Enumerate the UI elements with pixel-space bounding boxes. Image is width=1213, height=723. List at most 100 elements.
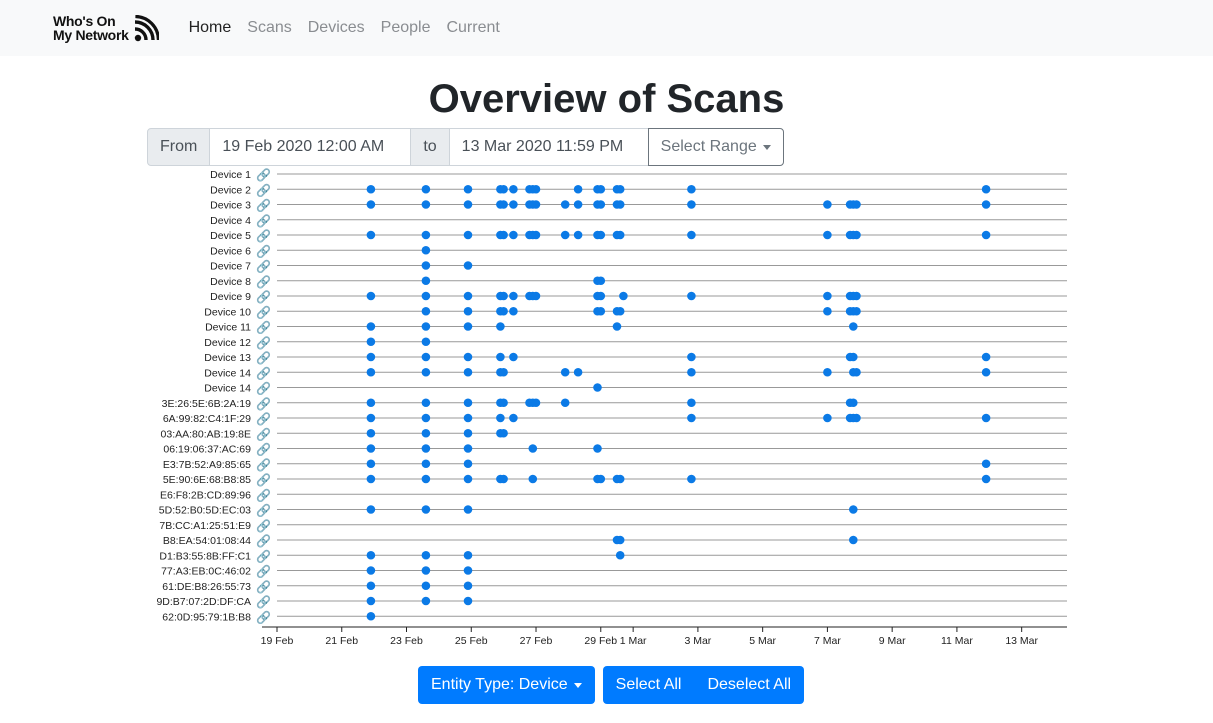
scan-dot xyxy=(421,566,431,575)
deselect-all-button[interactable]: Deselect All xyxy=(694,666,805,704)
link-icon[interactable]: 🔗 xyxy=(256,365,271,380)
scan-dot xyxy=(421,230,431,240)
row-label: B8:EA:54:01:08:44 xyxy=(163,535,251,547)
scan-dot xyxy=(596,306,606,316)
link-icon[interactable]: 🔗 xyxy=(256,594,271,609)
row-label: 62:0D:95:79:1B:B8 xyxy=(162,611,251,623)
scan-dot xyxy=(499,428,508,438)
scan-dot xyxy=(573,184,583,194)
scan-dot xyxy=(463,566,473,575)
row-label: D1:B3:55:8B:FF:C1 xyxy=(159,550,251,562)
brand-logo[interactable]: Who's On My Network xyxy=(53,13,159,43)
scan-dot xyxy=(463,581,473,591)
scan-dot xyxy=(421,444,431,453)
link-icon[interactable]: 🔗 xyxy=(256,442,271,457)
scan-dot xyxy=(499,306,508,316)
x-tick-label: 23 Feb xyxy=(390,635,423,647)
scan-dot xyxy=(421,505,431,514)
link-icon[interactable]: 🔗 xyxy=(256,487,271,502)
scan-dot xyxy=(366,291,376,301)
select-range-dropdown[interactable]: Select Range xyxy=(647,128,784,166)
x-tick-label: 1 Mar xyxy=(620,635,647,647)
row-label: Device 3 xyxy=(210,200,251,212)
scan-dot xyxy=(531,200,541,209)
nav-home[interactable]: Home xyxy=(189,19,232,37)
scan-dot xyxy=(366,184,376,194)
scan-dot xyxy=(687,352,696,362)
scan-dot xyxy=(421,291,431,301)
link-icon[interactable]: 🔗 xyxy=(256,289,271,304)
scan-dot xyxy=(463,459,473,469)
from-date-input[interactable]: 19 Feb 2020 12:00 AM xyxy=(210,128,411,166)
link-icon[interactable]: 🔗 xyxy=(256,457,271,472)
nav-people[interactable]: People xyxy=(381,19,431,37)
select-all-button[interactable]: Select All xyxy=(602,666,695,704)
link-icon[interactable]: 🔗 xyxy=(256,579,271,594)
entity-type-dropdown[interactable]: Entity Type: Device xyxy=(418,666,595,704)
link-icon[interactable]: 🔗 xyxy=(256,182,271,197)
select-range-label: Select Range xyxy=(660,138,757,155)
scan-dot xyxy=(615,184,625,194)
link-icon[interactable]: 🔗 xyxy=(256,213,271,228)
chart-controls: Entity Type: Device Select All Deselect … xyxy=(418,666,805,704)
scan-dot xyxy=(499,230,508,240)
date-range-group: From 19 Feb 2020 12:00 AM to 13 Mar 2020… xyxy=(147,128,784,166)
to-date-input[interactable]: 13 Mar 2020 11:59 PM xyxy=(449,128,648,166)
scan-dot xyxy=(509,184,518,194)
scan-dot xyxy=(531,398,541,408)
scan-dot xyxy=(509,291,518,301)
nav-scans[interactable]: Scans xyxy=(247,19,291,37)
link-icon[interactable]: 🔗 xyxy=(256,243,271,258)
link-icon[interactable]: 🔗 xyxy=(256,198,271,213)
link-icon[interactable]: 🔗 xyxy=(256,396,271,411)
scan-dot xyxy=(366,581,376,591)
row-label: E3:7B:52:A9:85:65 xyxy=(163,459,251,471)
link-icon[interactable]: 🔗 xyxy=(256,564,271,579)
scan-dot xyxy=(615,200,625,209)
link-icon[interactable]: 🔗 xyxy=(256,320,271,335)
link-icon[interactable]: 🔗 xyxy=(256,335,271,350)
scan-dot xyxy=(421,596,431,606)
link-icon[interactable]: 🔗 xyxy=(256,304,271,319)
link-icon[interactable]: 🔗 xyxy=(256,548,271,563)
x-tick-label: 7 Mar xyxy=(814,635,841,647)
to-label: to xyxy=(410,128,450,166)
row-label: 06:19:06:37:AC:69 xyxy=(163,444,251,456)
scan-dot xyxy=(366,444,376,453)
nav-devices[interactable]: Devices xyxy=(308,19,365,37)
scan-dot xyxy=(596,200,606,209)
x-tick-label: 19 Feb xyxy=(261,635,294,647)
scan-dot xyxy=(596,291,606,301)
link-icon[interactable]: 🔗 xyxy=(256,228,271,243)
link-icon[interactable]: 🔗 xyxy=(256,609,271,624)
scan-dot xyxy=(687,474,696,484)
link-icon[interactable]: 🔗 xyxy=(256,503,271,518)
link-icon[interactable]: 🔗 xyxy=(256,518,271,533)
link-icon[interactable]: 🔗 xyxy=(256,381,271,396)
link-icon[interactable]: 🔗 xyxy=(256,274,271,289)
link-icon[interactable]: 🔗 xyxy=(256,533,271,548)
link-icon[interactable]: 🔗 xyxy=(256,350,271,365)
scan-dot xyxy=(528,444,538,453)
link-icon[interactable]: 🔗 xyxy=(256,259,271,274)
scan-dot xyxy=(509,413,518,423)
link-icon[interactable]: 🔗 xyxy=(256,411,271,426)
scan-dot xyxy=(687,367,696,377)
entity-type-label: Entity Type: Device xyxy=(431,676,568,693)
link-icon[interactable]: 🔗 xyxy=(256,472,271,487)
scan-dot xyxy=(496,413,505,423)
x-tick-label: 5 Mar xyxy=(749,635,776,647)
navbar: Who's On My Network Home Scans Devices P… xyxy=(0,0,1213,56)
scan-dot xyxy=(981,459,991,469)
link-icon[interactable]: 🔗 xyxy=(256,167,271,182)
scan-dot xyxy=(852,367,861,377)
nav-current[interactable]: Current xyxy=(446,19,499,37)
scan-dot xyxy=(981,367,991,377)
link-icon[interactable]: 🔗 xyxy=(256,426,271,441)
scan-dot xyxy=(366,230,376,240)
scan-dot xyxy=(981,352,991,362)
row-label: Device 11 xyxy=(205,322,251,334)
scan-dot xyxy=(596,230,606,240)
x-tick-label: 13 Mar xyxy=(1005,635,1038,647)
scan-dot xyxy=(421,322,431,331)
